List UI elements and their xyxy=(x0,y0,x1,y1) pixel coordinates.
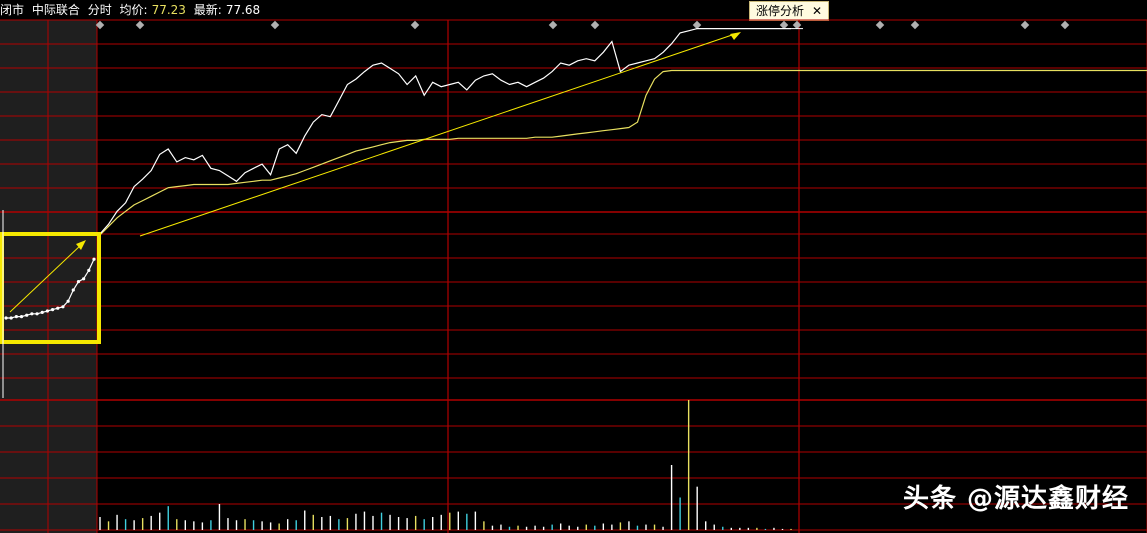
preopen-point xyxy=(40,310,44,314)
event-marker xyxy=(1060,20,1070,30)
intraday-chart[interactable] xyxy=(0,0,1147,533)
event-marker xyxy=(910,20,920,30)
watermark: 头条 @源达鑫财经 xyxy=(902,484,1129,514)
preopen-point xyxy=(35,312,39,316)
event-marker xyxy=(135,20,145,30)
preopen-point xyxy=(61,305,65,309)
preopen-point xyxy=(56,306,60,310)
event-marker xyxy=(1020,20,1030,30)
avg-price-line xyxy=(99,69,1147,236)
preopen-point xyxy=(4,316,8,320)
preopen-point xyxy=(50,308,55,312)
preopen-point xyxy=(14,315,18,319)
event-marker xyxy=(548,20,558,30)
event-marker xyxy=(792,20,802,30)
event-marker xyxy=(692,20,702,30)
trend-arrow xyxy=(139,33,736,237)
preopen-point xyxy=(82,277,86,281)
preopen-point xyxy=(87,268,91,272)
preopen-point xyxy=(25,313,29,317)
preopen-point xyxy=(45,309,50,313)
preopen-point xyxy=(76,280,81,284)
preopen-point xyxy=(19,315,24,319)
preopen-point xyxy=(66,299,70,303)
event-marker xyxy=(410,20,420,30)
preopen-point xyxy=(71,288,75,292)
price-line xyxy=(99,28,791,235)
trend-arrowhead xyxy=(730,32,741,40)
event-marker xyxy=(779,20,789,30)
event-marker xyxy=(590,20,600,30)
preopen-point xyxy=(30,312,34,316)
event-marker xyxy=(270,20,280,30)
event-marker xyxy=(875,20,885,30)
preopen-point xyxy=(92,257,96,261)
preopen-point xyxy=(9,316,13,320)
